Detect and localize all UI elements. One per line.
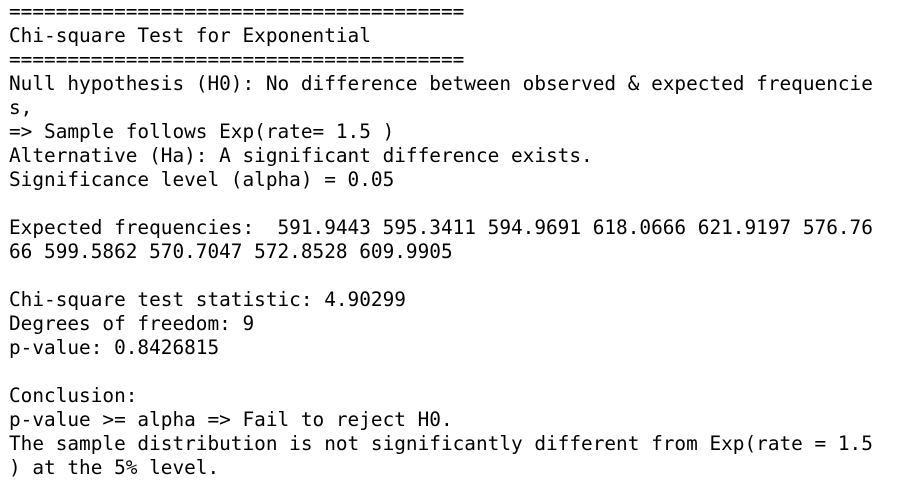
header-rule-bottom: ======================================= <box>9 48 465 71</box>
alternative-hypothesis: Alternative (Ha): A significant differen… <box>9 144 593 167</box>
expected-frequencies-line-1: Expected frequencies: 591.9443 595.3411 … <box>9 216 873 239</box>
significance-level: Significance level (alpha) = 0.05 <box>9 168 395 191</box>
conclusion-summary-line-2: ) at the 5% level. <box>9 456 220 479</box>
conclusion-decision: p-value >= alpha => Fail to reject H0. <box>9 408 453 431</box>
null-hypothesis-line-2: s, <box>9 96 33 119</box>
degrees-of-freedom: Degrees of freedom: 9 <box>9 312 255 335</box>
conclusion-heading: Conclusion: <box>9 384 138 407</box>
null-hypothesis-line-3: => Sample follows Exp(rate= 1.5 ) <box>9 120 395 143</box>
header-rule-top: ======================================= <box>9 0 465 23</box>
conclusion-summary-line-1: The sample distribution is not significa… <box>9 432 873 455</box>
null-hypothesis-line-1: Null hypothesis (H0): No difference betw… <box>9 72 873 95</box>
console-output: ======================================= … <box>9 0 904 480</box>
test-title: Chi-square Test for Exponential <box>9 24 371 47</box>
p-value: p-value: 0.8426815 <box>9 336 220 359</box>
test-statistic: Chi-square test statistic: 4.90299 <box>9 288 406 311</box>
expected-frequencies-line-2: 66 599.5862 570.7047 572.8528 609.9905 <box>9 240 453 263</box>
